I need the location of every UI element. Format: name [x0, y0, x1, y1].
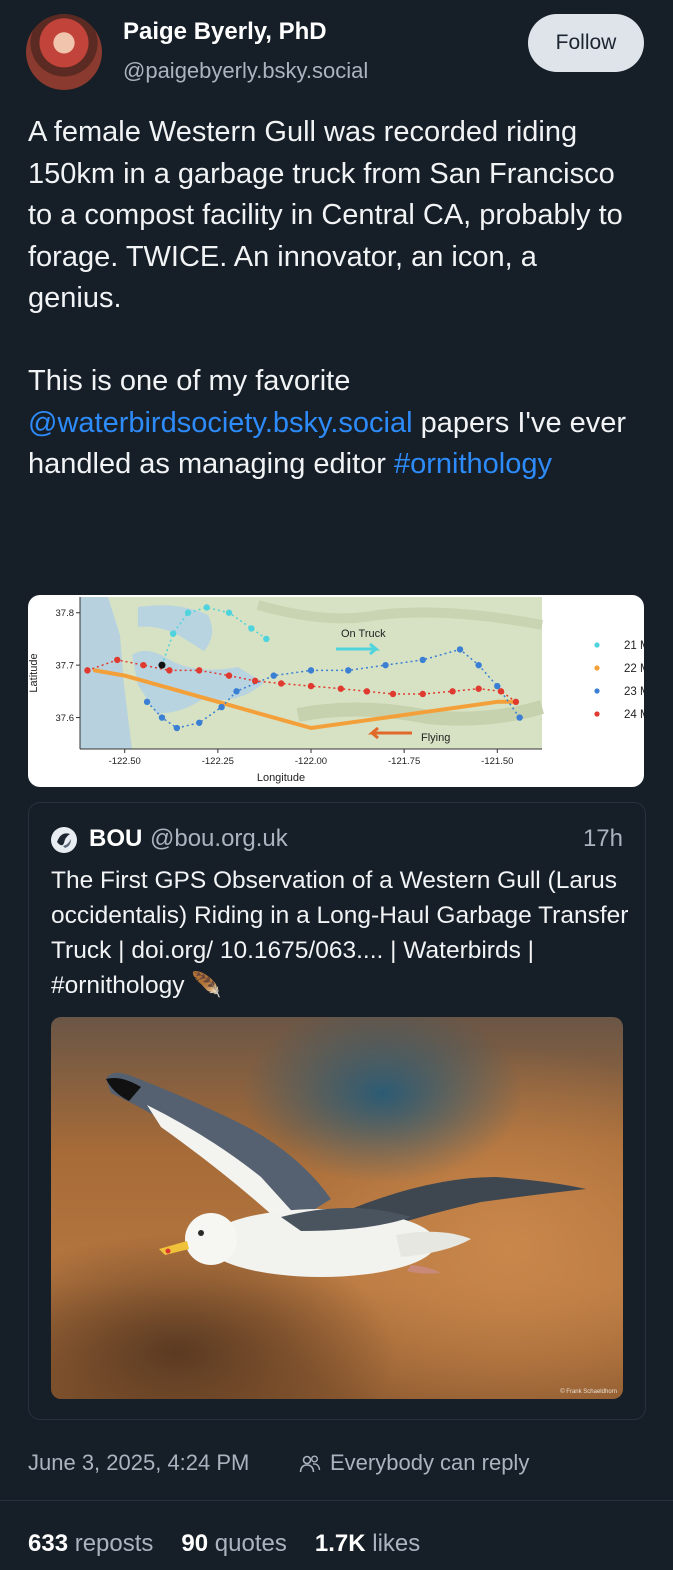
data-point: [166, 667, 173, 674]
gull-tail: [396, 1231, 471, 1257]
x-tick-label: -122.00: [295, 756, 327, 767]
engagement-stats: 633 reposts 90 quotes 1.7K likes: [28, 1530, 420, 1558]
gull-near-wing: [106, 1072, 331, 1219]
data-point: [270, 672, 277, 679]
legend-label: 22 May: [624, 663, 644, 675]
x-tick-label: -122.50: [109, 756, 141, 767]
author-display-name[interactable]: Paige Byerly, PhD: [123, 18, 327, 46]
post-timestamp: June 3, 2025, 4:24 PM: [28, 1450, 250, 1475]
quotes-stat[interactable]: 90 quotes: [181, 1530, 286, 1558]
gull-eye: [198, 1230, 204, 1236]
reposts-label: reposts: [74, 1530, 154, 1557]
reposts-stat[interactable]: 633 reposts: [28, 1530, 153, 1558]
quote-author-name[interactable]: BOU: [89, 825, 142, 853]
legend-swatch: [594, 665, 600, 671]
data-point: [277, 680, 285, 687]
data-point: [114, 656, 121, 664]
data-point: [158, 714, 166, 721]
legend-label: 24 May: [624, 709, 644, 721]
x-tick-label: -122.25: [202, 756, 234, 767]
likes-label: likes: [372, 1530, 421, 1557]
data-point: [203, 604, 210, 611]
y-tick-label: 37.6: [56, 713, 75, 724]
data-point: [140, 661, 147, 669]
data-point: [184, 609, 192, 616]
quote-timestamp: 17h: [582, 825, 623, 852]
data-point: [225, 609, 233, 616]
reposts-count: 633: [28, 1530, 69, 1557]
data-point: [173, 724, 181, 732]
gull-beak: [159, 1241, 189, 1255]
data-point: [196, 667, 203, 674]
legend-label: 23 May: [624, 686, 644, 698]
data-point: [512, 698, 520, 706]
mention-link[interactable]: @waterbirdsociety.bsky.social: [28, 407, 413, 439]
author-avatar[interactable]: [26, 14, 102, 90]
data-point: [263, 635, 270, 643]
data-point: [218, 703, 225, 711]
annotation-flying: Flying: [421, 732, 450, 744]
data-point: [419, 690, 426, 698]
data-point: [345, 667, 352, 674]
follow-button[interactable]: Follow: [528, 14, 644, 72]
gull-head: [185, 1213, 237, 1265]
annotation-on-truck: On Truck: [341, 628, 386, 640]
x-axis-label: Longitude: [257, 772, 305, 784]
data-point: [84, 667, 91, 674]
y-axis-label: Latitude: [28, 653, 40, 692]
legend-label: 21 May: [624, 640, 644, 652]
reply-setting[interactable]: Everybody can reply: [330, 1450, 529, 1476]
data-point: [475, 685, 482, 692]
quote-post[interactable]: BOU @bou.org.uk 17h The First GPS Observ…: [28, 802, 646, 1420]
data-point: [307, 667, 315, 674]
quote-author-handle[interactable]: @bou.org.uk: [150, 825, 288, 853]
gull-illustration: [106, 1072, 586, 1277]
data-point: [494, 682, 501, 690]
data-point: [251, 677, 259, 685]
y-tick-label: 37.7: [56, 661, 75, 672]
data-point: [143, 698, 151, 706]
data-point: [196, 719, 203, 726]
data-point: [497, 688, 505, 695]
bou-avatar-icon[interactable]: [51, 827, 77, 853]
y-tick-label: 37.8: [56, 608, 75, 619]
author-handle[interactable]: @paigebyerly.bsky.social: [123, 58, 368, 84]
data-point: [389, 690, 397, 698]
data-point: [456, 646, 464, 653]
post-text-part-1: A female Western Gull was recorded ridin…: [28, 116, 623, 397]
data-point: [475, 661, 482, 669]
divider: [0, 1500, 673, 1501]
gull-feet: [407, 1265, 441, 1274]
data-point: [363, 688, 371, 695]
x-tick-label: -121.50: [481, 756, 513, 767]
hashtag-link[interactable]: #ornithology: [394, 448, 552, 480]
data-point: [337, 685, 345, 692]
quote-text: The First GPS Observation of a Western G…: [51, 867, 635, 999]
data-point: [449, 688, 456, 695]
legend-swatch: [594, 711, 600, 717]
data-point: [307, 682, 315, 690]
legend-swatch: [594, 642, 600, 648]
quotes-label: quotes: [214, 1530, 287, 1557]
legend-swatch: [594, 688, 600, 694]
gull-photo[interactable]: © Frank Schaeldhorn: [51, 1017, 623, 1399]
data-point: [233, 688, 240, 695]
image-credit: © Frank Schaeldhorn: [560, 1389, 617, 1395]
gps-track-figure[interactable]: -122.50 -122.25 -122.00 -121.75 -121.50 37.8 3…: [28, 595, 644, 787]
start-marker: [158, 661, 166, 669]
likes-stat[interactable]: 1.7K likes: [315, 1530, 420, 1558]
quotes-count: 90: [181, 1530, 209, 1557]
data-point: [225, 672, 233, 679]
data-point: [516, 714, 523, 721]
data-point: [382, 661, 389, 669]
likes-count: 1.7K: [314, 1530, 366, 1557]
data-point: [169, 630, 177, 637]
gps-track-chart: -122.50 -122.25 -122.00 -121.75 -121.50 37.8 3…: [28, 597, 644, 784]
x-tick-label: -121.75: [388, 756, 420, 767]
data-point: [419, 656, 426, 664]
gull-beak-spot: [165, 1248, 171, 1254]
data-point: [248, 625, 255, 632]
post-text: A female Western Gull was recorded ridin…: [28, 112, 638, 486]
people-icon: [299, 1455, 321, 1473]
